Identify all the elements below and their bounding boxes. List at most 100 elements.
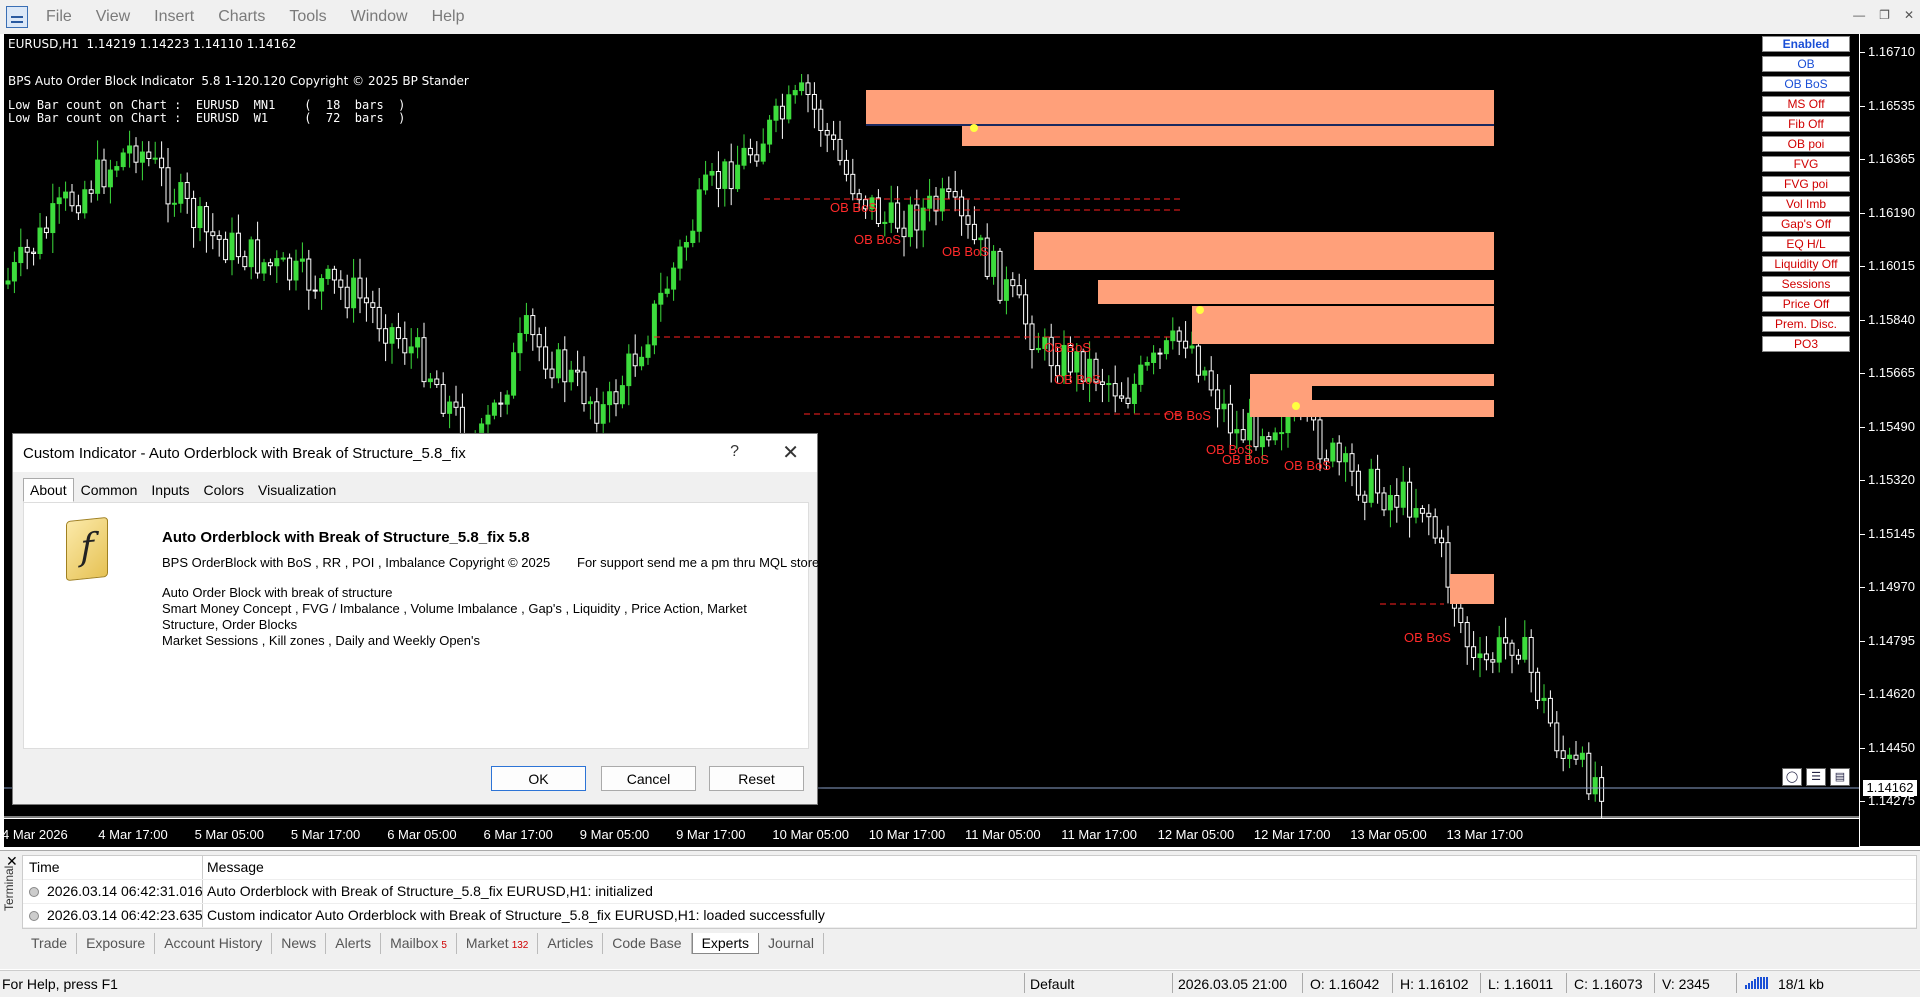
menu-window[interactable]: Window [339, 8, 420, 26]
indicator-summary: BPS OrderBlock with BoS , RR , POI , Imb… [162, 555, 551, 570]
close-icon[interactable]: ✕ [1904, 8, 1914, 22]
time-label: 12 Mar 05:00 [1157, 827, 1235, 842]
candle-body [530, 315, 536, 336]
panel-enabled-button[interactable]: Enabled [1762, 36, 1850, 52]
tab-colors[interactable]: Colors [197, 478, 251, 502]
candle-body [831, 134, 837, 140]
candle-body [991, 250, 997, 277]
cancel-button[interactable]: Cancel [601, 766, 696, 791]
candle-body [1567, 754, 1573, 759]
app-icon[interactable] [6, 6, 28, 28]
candle-body [767, 119, 773, 145]
panel-ob-button[interactable]: OB [1762, 56, 1850, 72]
candle-body [1035, 347, 1041, 351]
menu-charts[interactable]: Charts [206, 8, 277, 26]
panel-fvg-poi-button[interactable]: FVG poi [1762, 176, 1850, 192]
candle-body [939, 188, 945, 212]
candle-body [683, 242, 689, 248]
tab-news[interactable]: News [272, 933, 327, 954]
tab-visualization[interactable]: Visualization [251, 478, 343, 502]
menu-view[interactable]: View [84, 8, 142, 26]
restore-icon[interactable]: ❐ [1879, 8, 1890, 22]
table-row[interactable]: 2026.03.14 06:42:23.635 Custom indicator… [23, 904, 1916, 928]
connection-signal-icon[interactable] [1745, 977, 1773, 989]
panel-eq-hl-button[interactable]: EQ H/L [1762, 236, 1850, 252]
description-line: Market Sessions , Kill zones , Daily and… [162, 633, 480, 648]
candle-body [626, 353, 632, 387]
tab-experts[interactable]: Experts [691, 933, 760, 954]
tab-code-base[interactable]: Code Base [603, 933, 692, 954]
panel-ob-bos-button[interactable]: OB BoS [1762, 76, 1850, 92]
tab-mailbox[interactable]: Mailbox 5 [381, 933, 457, 954]
panel-po3-button[interactable]: PO3 [1762, 336, 1850, 352]
circle-icon[interactable]: ◯ [1782, 768, 1802, 786]
tab-common[interactable]: Common [74, 478, 145, 502]
chart-controls: ◯ ☰ ▤ [1782, 768, 1850, 786]
column-header-message[interactable]: Message [203, 856, 264, 879]
panel-vol-imb-button[interactable]: Vol Imb [1762, 196, 1850, 212]
custom-indicator-dialog: Custom Indicator - Auto Orderblock with … [12, 433, 819, 805]
candle-body [376, 306, 382, 330]
candle-body [370, 302, 376, 308]
candle-body [773, 105, 779, 121]
panel-prem-disc-button[interactable]: Prem. Disc. [1762, 316, 1850, 332]
candle-body [351, 277, 357, 309]
candle-body [1394, 494, 1400, 508]
dialog-titlebar[interactable]: Custom Indicator - Auto Orderblock with … [13, 434, 817, 472]
candle-body [248, 239, 254, 268]
price-label: 1.14275 [1868, 793, 1915, 808]
status-profile[interactable]: Default [1030, 976, 1074, 992]
minimize-icon[interactable]: — [1853, 8, 1865, 22]
panel-sessions-button[interactable]: Sessions [1762, 276, 1850, 292]
menu-insert[interactable]: Insert [142, 8, 206, 26]
menu-tools[interactable]: Tools [277, 8, 338, 26]
tab-articles[interactable]: Articles [538, 933, 604, 954]
candle-body [389, 327, 395, 344]
list-icon[interactable]: ☰ [1806, 768, 1826, 786]
candle-body [1496, 637, 1502, 663]
candle-body [107, 169, 113, 188]
tab-about[interactable]: About [23, 478, 74, 502]
panel-icon[interactable]: ▤ [1830, 768, 1850, 786]
tab-trade[interactable]: Trade [22, 933, 78, 954]
candle-body [1266, 436, 1272, 441]
tab-account-history[interactable]: Account History [155, 933, 273, 954]
panel-fvg-button[interactable]: FVG [1762, 156, 1850, 172]
panel-ob-poi-button[interactable]: OB poi [1762, 136, 1850, 152]
tab-inputs[interactable]: Inputs [144, 478, 196, 502]
column-header-time[interactable]: Time [23, 856, 203, 879]
info-icon [29, 887, 39, 898]
tab-exposure[interactable]: Exposure [77, 933, 156, 954]
tab-market[interactable]: Market 132 [457, 933, 539, 954]
info-icon [29, 911, 39, 922]
status-open: O: 1.16042 [1310, 976, 1380, 992]
time-axis[interactable]: 4 Mar 2026 4 Mar 17:00 5 Mar 05:00 5 Mar 17… [2, 818, 1859, 847]
table-row[interactable]: 2026.03.14 06:42:31.016 Auto Orderblock … [23, 880, 1916, 904]
candle-body [88, 189, 94, 194]
dialog-tabs: About Common Inputs Colors Visualization [23, 478, 343, 502]
candle-body [133, 145, 139, 163]
tab-alerts[interactable]: Alerts [326, 933, 382, 954]
poi-marker [1292, 402, 1300, 410]
reset-button[interactable]: Reset [709, 766, 804, 791]
candle-body [575, 369, 581, 373]
close-icon[interactable]: ✕ [782, 440, 799, 465]
ob-bos-label: OB BoS [1222, 452, 1269, 467]
menu-help[interactable]: Help [420, 8, 477, 26]
panel-fib-button[interactable]: Fib Off [1762, 116, 1850, 132]
help-icon[interactable]: ? [730, 443, 739, 461]
market-count: 132 [511, 940, 529, 951]
panel-price-button[interactable]: Price Off [1762, 296, 1850, 312]
tab-journal[interactable]: Journal [759, 933, 824, 954]
price-axis[interactable]: 1.14162 1.16710 1.16535 1.16365 1.16190 1.16… [1859, 34, 1920, 862]
candle-body [82, 189, 88, 214]
candle-body [1573, 754, 1579, 760]
ok-button[interactable]: OK [491, 766, 586, 791]
panel-gaps-button[interactable]: Gap's Off [1762, 216, 1850, 232]
candle-body [747, 147, 753, 156]
candle-body [1023, 294, 1029, 325]
price-tick [1860, 747, 1865, 749]
panel-ms-button[interactable]: MS Off [1762, 96, 1850, 112]
menu-file[interactable]: File [34, 8, 84, 26]
panel-liquidity-button[interactable]: Liquidity Off [1762, 256, 1850, 272]
